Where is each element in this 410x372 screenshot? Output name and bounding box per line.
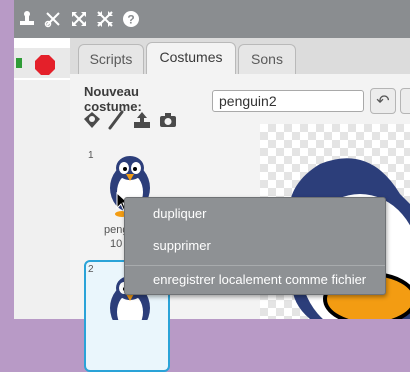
menu-item-save-local[interactable]: enregistrer localement comme fichier [153,272,366,287]
undo-button[interactable]: ↶ [370,88,396,114]
shrink-icon[interactable] [96,10,114,28]
stamp-icon[interactable] [18,10,36,28]
svg-text:?: ? [127,13,134,27]
tab-scripts[interactable]: Scripts [78,44,144,74]
costume-name-field[interactable]: penguin2 [212,90,364,112]
sprite-list-area [14,80,70,319]
stage-panel [14,38,71,319]
green-flag-icon[interactable] [16,58,22,68]
grow-icon[interactable] [70,10,88,28]
help-icon[interactable]: ? [122,10,140,28]
menu-divider [125,265,385,266]
tab-bar: Scripts Costumes Sons [70,38,410,74]
tab-sounds[interactable]: Sons [238,44,296,74]
purple-background-strip [0,0,14,319]
undo-icon: ↶ [376,93,390,110]
costume-1-number: 1 [88,150,94,161]
menu-item-delete[interactable]: supprimer [153,238,211,253]
camera-icon[interactable] [158,110,178,130]
tab-costumes[interactable]: Costumes [146,42,236,74]
redo-button[interactable] [400,88,410,114]
paint-costume-icon[interactable] [82,110,102,130]
costume-1-size: 10 [110,238,123,250]
scissors-icon[interactable] [44,10,62,28]
stop-sign-icon[interactable] [34,54,56,76]
menu-item-duplicate[interactable]: dupliquer [153,206,207,221]
import-icon[interactable] [132,110,152,130]
top-toolbar: ? [14,0,410,38]
context-menu: dupliquer supprimer enregistrer localeme… [124,197,386,295]
costume-2-number: 2 [88,264,94,275]
brush-icon[interactable] [106,110,126,130]
